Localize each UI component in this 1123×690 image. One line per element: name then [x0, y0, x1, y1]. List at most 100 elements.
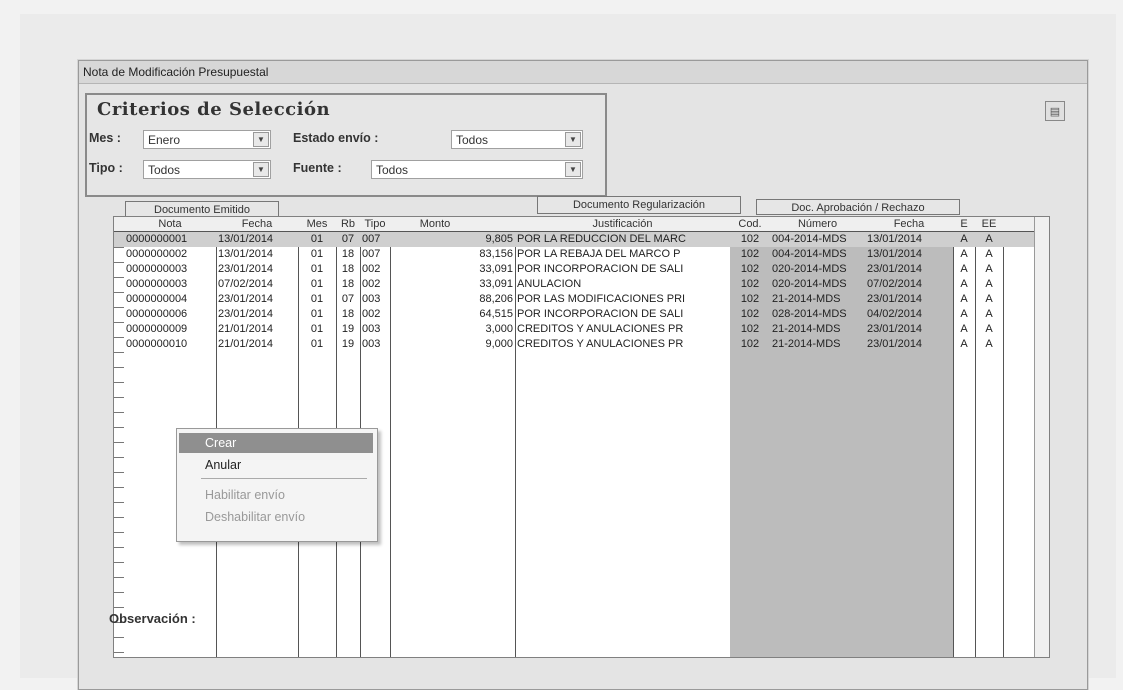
th-ee[interactable]: EE	[975, 217, 1003, 231]
cell-mes: 01	[310, 233, 324, 245]
row-indicator[interactable]	[114, 322, 124, 338]
cell-monto: 3,000	[485, 323, 513, 335]
row-indicator[interactable]	[114, 307, 124, 323]
th-tipo[interactable]: Tipo	[360, 217, 390, 231]
chevron-down-icon[interactable]: ▼	[253, 132, 269, 147]
cell-nota: 0000000006	[126, 308, 188, 320]
cell-cod: 102	[740, 278, 760, 290]
table-row[interactable]: 0000000001 13/01/2014 01 07 007 9,805 POR LA R…	[114, 232, 1049, 247]
menu-separator	[201, 478, 367, 479]
th-fecha2[interactable]: Fecha	[865, 217, 953, 231]
cell-fecha: 21/01/2014	[218, 338, 274, 350]
row-indicator[interactable]	[114, 427, 124, 443]
row-indicator[interactable]	[114, 412, 124, 428]
row-indicator[interactable]	[114, 292, 124, 308]
cell-nota: 0000000010	[126, 338, 188, 350]
cell-e: A	[960, 293, 968, 305]
row-indicator[interactable]	[114, 442, 124, 458]
row-indicator[interactable]	[114, 337, 124, 353]
row-indicator[interactable]	[114, 247, 124, 263]
cell-tipo: 007	[362, 233, 381, 245]
selection-criteria-panel: Criterios de Selección Mes : Enero ▼ Est…	[85, 93, 607, 197]
cell-mes: 01	[310, 338, 324, 350]
menu-item-habilitar-envio[interactable]: Habilitar envío	[179, 485, 373, 505]
row-indicator[interactable]	[114, 592, 124, 608]
chevron-down-icon[interactable]: ▼	[565, 162, 581, 177]
menu-item-deshabilitar-envio[interactable]: Deshabilitar envío	[179, 507, 373, 527]
th-e[interactable]: E	[953, 217, 975, 231]
table-row[interactable]: 0000000003 23/01/2014 01 18 002 33,091 POR INC…	[114, 262, 1049, 277]
cell-cod: 102	[740, 248, 760, 260]
row-indicator[interactable]	[114, 547, 124, 563]
row-indicator[interactable]	[114, 352, 124, 368]
cell-monto: 88,206	[479, 293, 513, 305]
row-indicator[interactable]	[114, 487, 124, 503]
row-indicator[interactable]	[114, 532, 124, 548]
cell-fecha: 07/02/2014	[218, 278, 274, 290]
cell-mes: 01	[310, 308, 324, 320]
cell-monto: 64,515	[479, 308, 513, 320]
cell-e: A	[960, 263, 968, 275]
table-row[interactable]: 0000000002 13/01/2014 01 18 007 83,156 POR LA …	[114, 247, 1049, 262]
cell-ee: A	[985, 293, 993, 305]
export-icon[interactable]: ▤	[1045, 101, 1065, 121]
row-indicator[interactable]	[114, 517, 124, 533]
th-nota[interactable]: Nota	[124, 217, 216, 231]
cell-numero: 21-2014-MDS	[772, 293, 841, 305]
table-row[interactable]: 0000000010 21/01/2014 01 19 003 9,000 CREDITOS…	[114, 337, 1049, 352]
row-indicator[interactable]	[114, 562, 124, 578]
th-numero[interactable]: Número	[770, 217, 865, 231]
menu-item-anular[interactable]: Anular	[179, 455, 373, 475]
table-row[interactable]: 0000000006 23/01/2014 01 18 002 64,515 POR INC…	[114, 307, 1049, 322]
th-mes[interactable]: Mes	[298, 217, 336, 231]
vertical-scrollbar[interactable]	[1034, 217, 1049, 657]
cell-nota: 0000000002	[126, 248, 188, 260]
cell-mes: 01	[310, 248, 324, 260]
cell-nota: 0000000003	[126, 278, 188, 290]
cell-fecha: 21/01/2014	[218, 323, 274, 335]
cell-ee: A	[985, 308, 993, 320]
estado-envio-select[interactable]: Todos ▼	[451, 130, 583, 149]
th-fecha[interactable]: Fecha	[216, 217, 298, 231]
row-indicator[interactable]	[114, 397, 124, 413]
cell-mes: 01	[310, 293, 324, 305]
tipo-select[interactable]: Todos ▼	[143, 160, 271, 179]
cell-monto: 33,091	[479, 263, 513, 275]
chevron-down-icon[interactable]: ▼	[253, 162, 269, 177]
fuente-select[interactable]: Todos ▼	[371, 160, 583, 179]
th-monto[interactable]: Monto	[390, 217, 480, 231]
row-indicator[interactable]	[114, 577, 124, 593]
row-indicator[interactable]	[114, 382, 124, 398]
row-indicator[interactable]	[114, 637, 124, 653]
table-row[interactable]: 0000000009 21/01/2014 01 19 003 3,000 CREDITOS…	[114, 322, 1049, 337]
documento-regularizacion-button[interactable]: Documento Regularización	[537, 196, 741, 214]
th-rb[interactable]: Rb	[336, 217, 360, 231]
row-indicator[interactable]	[114, 472, 124, 488]
cell-numero: 004-2014-MDS	[772, 233, 847, 245]
cell-ee: A	[985, 233, 993, 245]
criteria-title: Criterios de Selección	[97, 99, 331, 120]
cell-tipo: 002	[362, 278, 381, 290]
cell-fecha2: 23/01/2014	[867, 338, 923, 350]
th-cod[interactable]: Cod.	[730, 217, 770, 231]
cell-numero: 21-2014-MDS	[772, 323, 841, 335]
cell-just: POR LAS MODIFICACIONES PRI	[517, 293, 686, 305]
row-indicator[interactable]	[114, 502, 124, 518]
row-indicator[interactable]	[114, 262, 124, 278]
menu-item-crear[interactable]: Crear	[179, 433, 373, 453]
estado-envio-value: Todos	[456, 133, 489, 147]
row-indicator[interactable]	[114, 367, 124, 383]
row-indicator[interactable]	[114, 277, 124, 293]
chevron-down-icon[interactable]: ▼	[565, 132, 581, 147]
cell-nota: 0000000009	[126, 323, 188, 335]
row-indicator[interactable]	[114, 232, 124, 248]
table-row[interactable]: 0000000004 23/01/2014 01 07 003 88,206 POR LAS…	[114, 292, 1049, 307]
cell-e: A	[960, 278, 968, 290]
cell-cod: 102	[740, 263, 760, 275]
doc-aprobacion-header: Doc. Aprobación / Rechazo	[756, 199, 960, 215]
mes-select[interactable]: Enero ▼	[143, 130, 271, 149]
tipo-select-value: Todos	[148, 163, 181, 177]
table-row[interactable]: 0000000003 07/02/2014 01 18 002 33,091 ANULACI…	[114, 277, 1049, 292]
th-justificacion[interactable]: Justificación	[515, 217, 730, 231]
row-indicator[interactable]	[114, 457, 124, 473]
